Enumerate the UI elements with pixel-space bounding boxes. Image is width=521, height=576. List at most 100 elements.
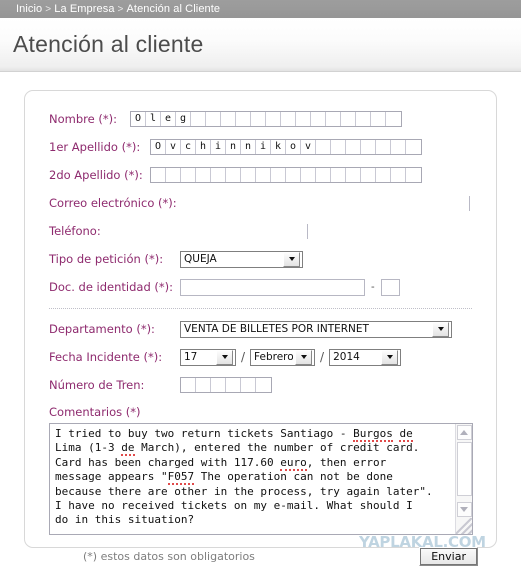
scroll-down-icon[interactable] [456,502,472,517]
comb-cell[interactable] [211,168,226,182]
comb-cell[interactable] [376,140,391,154]
comb-cell[interactable]: O [151,140,166,154]
comb-cell[interactable] [346,168,361,182]
select-tipo-peticion[interactable]: QUEJA [180,250,303,268]
comb-cell[interactable] [271,168,286,182]
comb-cell[interactable] [181,378,196,392]
comb-cell[interactable]: v [301,140,316,154]
comb-cell[interactable] [311,112,326,126]
select-departamento[interactable]: VENTA DE BILLETES POR INTERNET [180,320,452,338]
comb-cell[interactable] [166,168,181,182]
textarea-line: Lima (1-3 de March), entered the number … [55,441,420,457]
breadcrumb-item-inicio[interactable]: Inicio [16,3,42,15]
submit-button[interactable]: Enviar [419,546,478,566]
comb-cell[interactable] [236,112,251,126]
label-departamento: Departamento (*): [49,322,155,336]
comb-cell[interactable]: v [166,140,181,154]
comb-cell[interactable] [346,140,361,154]
comb-cell[interactable] [226,378,241,392]
chevron-down-icon[interactable] [216,349,233,365]
comb-cell[interactable]: i [256,140,271,154]
comb-cell[interactable] [191,112,206,126]
comb-cell[interactable] [371,112,386,126]
scroll-up-icon[interactable] [456,425,472,440]
comb-cell[interactable] [281,112,296,126]
breadcrumb-item-atencion-al-cliente[interactable]: Atención al Cliente [127,3,221,15]
input-apellido1[interactable]: Ovchinnikov [150,139,422,155]
form-row-doc-identidad: Doc. de identidad (*): - [25,273,496,301]
textarea-comentarios-text[interactable]: I tried to buy two return tickets Santia… [50,424,455,534]
comb-cell[interactable] [361,168,376,182]
input-doc-identidad-control[interactable] [380,278,400,296]
comb-cell[interactable]: h [196,140,211,154]
chevron-down-icon[interactable] [283,251,300,267]
comb-cell[interactable] [241,168,256,182]
comb-cell[interactable]: c [181,140,196,154]
breadcrumb-bar: Inicio > La Empresa > Atención al Cliente [0,0,521,18]
comb-cell[interactable]: l [146,112,161,126]
select-fecha-anio[interactable]: 2014 [329,348,402,366]
chevron-down-icon[interactable] [432,321,449,337]
select-fecha-mes[interactable]: Febrero [250,348,316,366]
comb-cell[interactable]: O [131,112,146,126]
comb-cell[interactable] [361,140,376,154]
comb-cell[interactable] [316,140,331,154]
comb-cell[interactable] [196,168,211,182]
comb-cell[interactable] [196,378,211,392]
comb-cell[interactable] [286,168,301,182]
comb-cell[interactable]: n [241,140,256,154]
chevron-down-icon[interactable] [381,349,399,365]
comb-cell[interactable] [256,168,271,182]
comb-cell[interactable] [356,112,371,126]
comb-cell[interactable]: i [211,140,226,154]
comb-cell[interactable] [301,168,316,182]
input-telefono[interactable] [180,223,308,239]
comb-cell[interactable] [376,168,391,182]
comb-cell[interactable] [331,168,346,182]
comb-cell[interactable] [256,378,271,392]
label-numero-tren: Número de Tren: [49,378,145,392]
comb-cell[interactable] [151,168,166,182]
comb-cell[interactable]: k [271,140,286,154]
comb-cell[interactable] [226,168,241,182]
textarea-comentarios[interactable]: I tried to buy two return tickets Santia… [49,423,473,535]
breadcrumb-item-la-empresa[interactable]: La Empresa [54,3,114,15]
select-fecha-dia[interactable]: 17 [180,348,236,366]
comb-cell[interactable] [331,140,346,154]
comb-cell[interactable] [391,140,406,154]
scrollbar-thumb[interactable] [456,442,472,496]
form-row-telefono: Teléfono: [25,217,496,245]
input-apellido2[interactable] [150,167,422,183]
comb-cell[interactable] [406,168,421,182]
comb-cell[interactable] [206,112,221,126]
comb-cell[interactable] [221,112,236,126]
comb-cell[interactable] [386,112,401,126]
input-correo-electronico[interactable] [180,195,470,211]
resize-handle-icon[interactable] [456,518,472,534]
input-nombre[interactable]: Oleg [130,111,402,127]
comb-cell[interactable] [241,378,256,392]
comb-cell[interactable] [391,168,406,182]
textarea-line: Card has been charged with 117.60 euro, … [55,455,387,471]
label-telefono: Teléfono: [49,224,101,238]
comb-cell[interactable] [211,378,226,392]
comb-cell[interactable] [341,112,356,126]
comb-cell[interactable]: o [286,140,301,154]
comb-cell[interactable] [251,112,266,126]
form-footer: (*) estos datos son obligatorios Enviar [25,543,496,569]
form-row-fecha-incidente: Fecha Incidente (*): 17 / Febrero / 2014 [25,343,496,371]
select-tipo-peticion-value: QUEJA [184,253,217,265]
comb-cell[interactable] [181,168,196,182]
chevron-down-icon[interactable] [295,349,313,365]
comb-cell[interactable] [296,112,311,126]
comb-cell[interactable] [266,112,281,126]
comb-cell[interactable]: n [226,140,241,154]
comb-cell[interactable]: g [176,112,191,126]
input-numero-tren[interactable] [180,377,272,393]
input-doc-identidad[interactable] [180,278,365,296]
comb-cell[interactable] [316,168,331,182]
spellcheck-word: de [121,441,135,457]
comb-cell[interactable] [406,140,421,154]
comb-cell[interactable]: e [161,112,176,126]
comb-cell[interactable] [326,112,341,126]
